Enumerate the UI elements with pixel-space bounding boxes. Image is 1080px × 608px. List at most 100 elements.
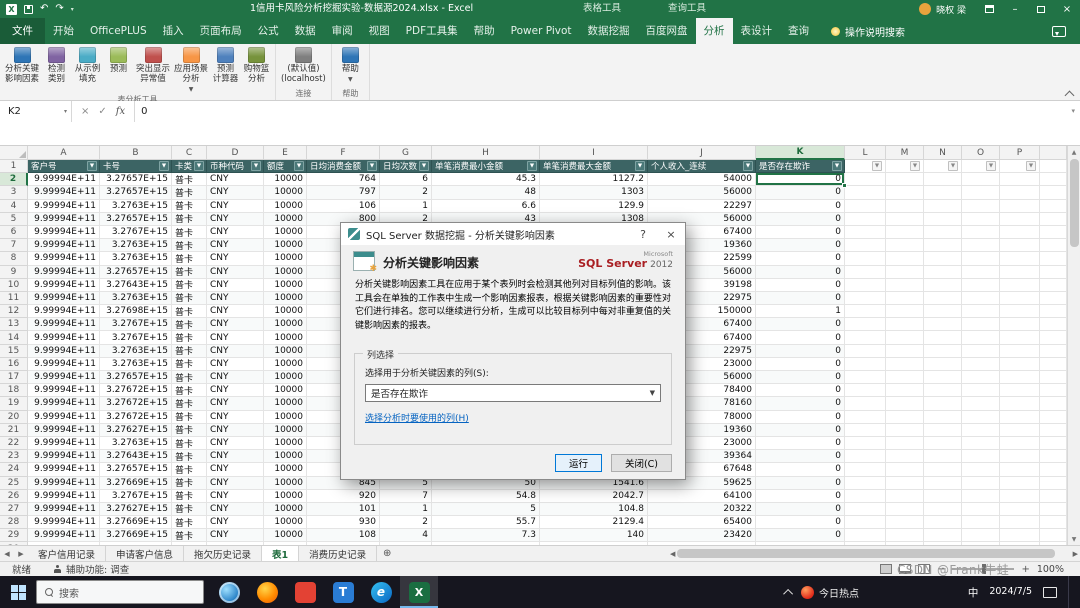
empty-cell[interactable] xyxy=(1000,305,1040,319)
ribbon-tab-数据挖掘[interactable]: 数据挖掘 xyxy=(580,18,638,44)
cell-C17[interactable]: 普卡 xyxy=(172,371,207,385)
cell-A15[interactable]: 9.99994E+11 xyxy=(28,344,100,358)
empty-cell[interactable] xyxy=(924,344,962,358)
ribbon-display-options-icon[interactable] xyxy=(976,0,1002,18)
filter-icon[interactable]: ▼ xyxy=(251,161,261,172)
cell-H27[interactable]: 5 xyxy=(432,502,540,517)
cell-C12[interactable]: 普卡 xyxy=(172,305,207,319)
empty-cell[interactable] xyxy=(1040,212,1067,226)
cell-F2[interactable]: 764 xyxy=(307,173,380,187)
ribbon-tab-OfficePLUS[interactable]: OfficePLUS xyxy=(82,18,155,44)
cell-E13[interactable]: 10000 xyxy=(264,318,307,332)
cell-H3[interactable]: 48 xyxy=(432,186,540,200)
cell-D8[interactable]: CNY xyxy=(207,252,264,266)
cell-D12[interactable]: CNY xyxy=(207,305,264,319)
empty-cell[interactable] xyxy=(962,252,1000,266)
column-header-A[interactable]: A xyxy=(28,146,100,160)
cell-K16[interactable]: 0 xyxy=(756,357,845,371)
row-header-21[interactable]: 21 xyxy=(0,423,28,437)
ribbon-tab-查询[interactable]: 查询 xyxy=(780,18,817,44)
cell-B6[interactable]: 3.2767E+15 xyxy=(100,225,172,240)
cell-B12[interactable]: 3.27698E+15 xyxy=(100,305,172,319)
empty-cell[interactable] xyxy=(1040,463,1067,477)
empty-cell[interactable] xyxy=(886,502,924,517)
cell-K13[interactable]: 0 xyxy=(756,318,845,332)
empty-cell[interactable] xyxy=(1040,318,1067,332)
ribbon-button-突出显示异常值[interactable]: 突出显示 异常值 xyxy=(134,45,172,85)
cell-A6[interactable]: 9.99994E+11 xyxy=(28,225,100,240)
row-header-14[interactable]: 14 xyxy=(0,331,28,345)
sheet-tab-表1[interactable]: 表1 xyxy=(262,546,300,561)
header-empty-cell[interactable]: ▼ xyxy=(845,160,886,174)
empty-cell[interactable] xyxy=(962,291,1000,306)
row-header-25[interactable]: 25 xyxy=(0,476,28,490)
cell-A3[interactable]: 9.99994E+11 xyxy=(28,186,100,200)
cell-K6[interactable]: 0 xyxy=(756,225,845,240)
cell-G3[interactable]: 2 xyxy=(380,186,432,200)
column-header-E[interactable]: E xyxy=(264,146,307,160)
empty-cell[interactable] xyxy=(1040,265,1067,279)
cell-C11[interactable]: 普卡 xyxy=(172,291,207,306)
cell-D16[interactable]: CNY xyxy=(207,357,264,371)
cell-E12[interactable]: 10000 xyxy=(264,305,307,319)
minimize-button[interactable]: – xyxy=(1002,0,1028,18)
cell-C5[interactable]: 普卡 xyxy=(172,212,207,226)
cell-C23[interactable]: 普卡 xyxy=(172,450,207,464)
empty-cell[interactable] xyxy=(924,463,962,477)
cell-A21[interactable]: 9.99994E+11 xyxy=(28,423,100,437)
cell-I4[interactable]: 129.9 xyxy=(540,199,648,213)
empty-cell[interactable] xyxy=(1040,397,1067,411)
empty-cell[interactable] xyxy=(924,371,962,385)
cell-C28[interactable]: 普卡 xyxy=(172,516,207,530)
cell-B26[interactable]: 3.2767E+15 xyxy=(100,489,172,503)
scroll-right-icon[interactable]: ▶ xyxy=(1073,550,1078,558)
cell-E4[interactable]: 10000 xyxy=(264,199,307,213)
cell-D26[interactable]: CNY xyxy=(207,489,264,503)
header-empty-cell[interactable]: ▼ xyxy=(886,160,924,174)
dialog-close-button[interactable]: 关闭(C) xyxy=(610,454,672,472)
filter-icon[interactable]: ▼ xyxy=(948,161,958,172)
cell-A27[interactable]: 9.99994E+11 xyxy=(28,502,100,517)
cell-B7[interactable]: 3.2763E+15 xyxy=(100,239,172,253)
cell-B18[interactable]: 3.27672E+15 xyxy=(100,384,172,398)
cell-C6[interactable]: 普卡 xyxy=(172,225,207,240)
empty-cell[interactable] xyxy=(962,423,1000,437)
empty-cell[interactable] xyxy=(845,410,886,424)
empty-cell[interactable] xyxy=(1040,173,1067,187)
filter-icon[interactable]: ▼ xyxy=(527,161,537,172)
empty-cell[interactable] xyxy=(886,516,924,530)
cell-D27[interactable]: CNY xyxy=(207,502,264,517)
empty-cell[interactable] xyxy=(1040,423,1067,437)
row-header-10[interactable]: 10 xyxy=(0,278,28,292)
cell-D17[interactable]: CNY xyxy=(207,371,264,385)
formula-bar-expand-icon[interactable]: ▾ xyxy=(1071,107,1075,115)
cell-C21[interactable]: 普卡 xyxy=(172,423,207,437)
user-avatar[interactable] xyxy=(919,3,932,15)
ribbon-tab-百度网盘[interactable]: 百度网盘 xyxy=(638,18,696,44)
cell-E10[interactable]: 10000 xyxy=(264,278,307,292)
start-button[interactable] xyxy=(0,576,36,608)
cell-C9[interactable]: 普卡 xyxy=(172,265,207,279)
empty-cell[interactable] xyxy=(1000,476,1040,490)
select-all-corner[interactable] xyxy=(0,146,28,160)
cell-E5[interactable]: 10000 xyxy=(264,212,307,226)
empty-cell[interactable] xyxy=(962,357,1000,371)
cell-F29[interactable]: 108 xyxy=(307,529,380,543)
empty-cell[interactable] xyxy=(924,410,962,424)
filter-icon[interactable]: ▼ xyxy=(87,161,97,172)
new-sheet-icon[interactable]: ⊕ xyxy=(377,546,397,561)
column-header-J[interactable]: J xyxy=(648,146,756,160)
cell-G27[interactable]: 1 xyxy=(380,502,432,517)
cell-G26[interactable]: 7 xyxy=(380,489,432,503)
cell-B23[interactable]: 3.27643E+15 xyxy=(100,450,172,464)
cell-A17[interactable]: 9.99994E+11 xyxy=(28,371,100,385)
scroll-up-icon[interactable]: ▲ xyxy=(1068,146,1080,158)
header-empty-cell[interactable]: ▼ xyxy=(1000,160,1040,174)
header-partial-cell[interactable] xyxy=(1040,160,1067,174)
table-header-日均消费金额[interactable]: 日均消费金额 ▼ xyxy=(307,160,380,174)
cell-C27[interactable]: 普卡 xyxy=(172,502,207,517)
cell-E15[interactable]: 10000 xyxy=(264,344,307,358)
cell-C13[interactable]: 普卡 xyxy=(172,318,207,332)
ribbon-tab-文件[interactable]: 文件 xyxy=(0,18,45,44)
empty-cell[interactable] xyxy=(962,516,1000,530)
